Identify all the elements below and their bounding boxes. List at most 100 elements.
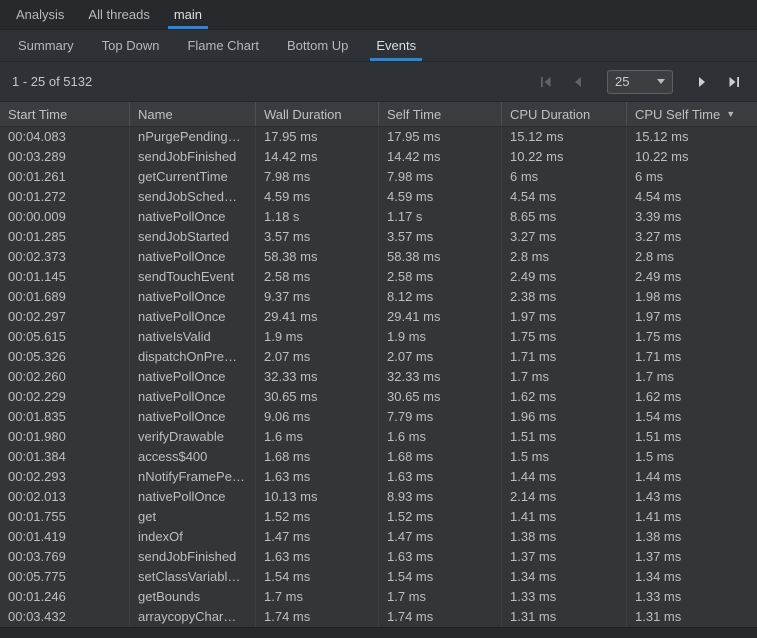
table-cell: 1.68 ms [256, 447, 379, 467]
table-cell: 1.44 ms [502, 467, 627, 487]
table-cell: 1.34 ms [627, 567, 757, 587]
table-cell: sendTouchEvent [130, 267, 256, 287]
table-cell: nativePollOnce [130, 247, 256, 267]
table-row[interactable]: 00:01.285sendJobStarted3.57 ms3.57 ms3.2… [0, 227, 757, 247]
last-page-button[interactable] [721, 70, 747, 94]
column-header-label: CPU Self Time [635, 107, 720, 122]
tab-analysis[interactable]: Analysis [4, 0, 76, 29]
table-cell: 8.12 ms [379, 287, 502, 307]
tab-top-down[interactable]: Top Down [88, 30, 174, 61]
table-cell: 2.49 ms [502, 267, 627, 287]
table-cell: 1.62 ms [627, 387, 757, 407]
table-cell: 1.97 ms [627, 307, 757, 327]
table-cell: 1.54 ms [379, 567, 502, 587]
previous-page-button[interactable] [565, 70, 591, 94]
table-cell: 1.75 ms [627, 327, 757, 347]
previous-page-icon [571, 75, 585, 89]
next-page-icon [695, 75, 709, 89]
tab-flame-chart[interactable]: Flame Chart [173, 30, 273, 61]
column-header-wall-duration[interactable]: Wall Duration [256, 102, 379, 126]
table-cell: 1.63 ms [256, 547, 379, 567]
table-row[interactable]: 00:01.384access$4001.68 ms1.68 ms1.5 ms1… [0, 447, 757, 467]
table-cell: nativeIsValid [130, 327, 256, 347]
table-cell: 1.37 ms [502, 547, 627, 567]
table-row[interactable]: 00:04.083nPurgePending…17.95 ms17.95 ms1… [0, 127, 757, 147]
table-cell: 7.98 ms [256, 167, 379, 187]
table-cell: 9.06 ms [256, 407, 379, 427]
table-row[interactable]: 00:01.261getCurrentTime7.98 ms7.98 ms6 m… [0, 167, 757, 187]
table-cell: 10.22 ms [627, 147, 757, 167]
page-size-select[interactable]: 25 [607, 70, 673, 94]
table-cell: 1.33 ms [627, 587, 757, 607]
table-cell: 1.63 ms [379, 467, 502, 487]
table-row[interactable]: 00:01.272sendJobSched…4.59 ms4.59 ms4.54… [0, 187, 757, 207]
table-row[interactable]: 00:02.293nNotifyFramePe…1.63 ms1.63 ms1.… [0, 467, 757, 487]
table-cell: 1.7 ms [502, 367, 627, 387]
column-header-cpu-duration[interactable]: CPU Duration [502, 102, 627, 126]
next-page-button[interactable] [689, 70, 715, 94]
pagination-toolbar: 1 - 25 of 5132 25 [0, 62, 757, 102]
tab-events[interactable]: Events [362, 30, 430, 61]
table-cell: dispatchOnPre… [130, 347, 256, 367]
table-row[interactable]: 00:01.689nativePollOnce9.37 ms8.12 ms2.3… [0, 287, 757, 307]
table-cell: 00:01.689 [0, 287, 130, 307]
first-page-icon [539, 75, 553, 89]
table-row[interactable]: 00:05.775setClassVariabl…1.54 ms1.54 ms1… [0, 567, 757, 587]
table-row[interactable]: 00:00.009nativePollOnce1.18 s1.17 s8.65 … [0, 207, 757, 227]
table-cell: 1.33 ms [502, 587, 627, 607]
table-cell: 1.37 ms [627, 547, 757, 567]
table-row[interactable]: 00:02.260nativePollOnce32.33 ms32.33 ms1… [0, 367, 757, 387]
table-cell: 1.47 ms [379, 527, 502, 547]
tab-main[interactable]: main [162, 0, 214, 29]
column-header-name[interactable]: Name [130, 102, 256, 126]
table-header: Start Time Name Wall Duration Self Time … [0, 102, 757, 127]
table-cell: nativePollOnce [130, 387, 256, 407]
table-cell: 1.75 ms [502, 327, 627, 347]
table-cell: 1.52 ms [256, 507, 379, 527]
table-cell: 1.63 ms [256, 467, 379, 487]
table-cell: 1.62 ms [502, 387, 627, 407]
table-cell: 15.12 ms [502, 127, 627, 147]
table-cell: 1.51 ms [627, 427, 757, 447]
table-cell: 58.38 ms [256, 247, 379, 267]
table-cell: 1.38 ms [502, 527, 627, 547]
table-cell: nativePollOnce [130, 407, 256, 427]
table-row[interactable]: 00:01.419indexOf1.47 ms1.47 ms1.38 ms1.3… [0, 527, 757, 547]
column-header-self-time[interactable]: Self Time [379, 102, 502, 126]
tab-bottom-up[interactable]: Bottom Up [273, 30, 362, 61]
table-cell: 1.63 ms [379, 547, 502, 567]
table-cell: 10.22 ms [502, 147, 627, 167]
table-row[interactable]: 00:03.432arraycopyChar…1.74 ms1.74 ms1.3… [0, 607, 757, 627]
table-row[interactable]: 00:02.013nativePollOnce10.13 ms8.93 ms2.… [0, 487, 757, 507]
table-cell: getBounds [130, 587, 256, 607]
table-row[interactable]: 00:02.373nativePollOnce58.38 ms58.38 ms2… [0, 247, 757, 267]
table-cell: 1.9 ms [256, 327, 379, 347]
row-range-label: 1 - 25 of 5132 [10, 74, 92, 89]
table-cell: 00:01.755 [0, 507, 130, 527]
table-row[interactable]: 00:01.755get1.52 ms1.52 ms1.41 ms1.41 ms [0, 507, 757, 527]
table-row[interactable]: 00:02.297nativePollOnce29.41 ms29.41 ms1… [0, 307, 757, 327]
table-cell: setClassVariabl… [130, 567, 256, 587]
table-cell: 1.98 ms [627, 287, 757, 307]
tab-summary[interactable]: Summary [4, 30, 88, 61]
table-row[interactable]: 00:01.246getBounds1.7 ms1.7 ms1.33 ms1.3… [0, 587, 757, 607]
table-cell: 32.33 ms [256, 367, 379, 387]
tab-all-threads[interactable]: All threads [76, 0, 161, 29]
table-row[interactable]: 00:02.229nativePollOnce30.65 ms30.65 ms1… [0, 387, 757, 407]
table-cell: nativePollOnce [130, 207, 256, 227]
table-row[interactable]: 00:05.615nativeIsValid1.9 ms1.9 ms1.75 m… [0, 327, 757, 347]
table-cell: 17.95 ms [256, 127, 379, 147]
table-row[interactable]: 00:01.145sendTouchEvent2.58 ms2.58 ms2.4… [0, 267, 757, 287]
table-row[interactable]: 00:03.769sendJobFinished1.63 ms1.63 ms1.… [0, 547, 757, 567]
table-row[interactable]: 00:05.326dispatchOnPre…2.07 ms2.07 ms1.7… [0, 347, 757, 367]
column-header-start-time[interactable]: Start Time [0, 102, 130, 126]
table-row[interactable]: 00:01.835nativePollOnce9.06 ms7.79 ms1.9… [0, 407, 757, 427]
table-row[interactable]: 00:01.980verifyDrawable1.6 ms1.6 ms1.51 … [0, 427, 757, 447]
column-header-cpu-self-time[interactable]: CPU Self Time ▼ [627, 102, 757, 126]
first-page-button[interactable] [533, 70, 559, 94]
table-cell: 1.44 ms [627, 467, 757, 487]
table-cell: 7.98 ms [379, 167, 502, 187]
table-cell: 00:01.272 [0, 187, 130, 207]
last-page-icon [727, 75, 741, 89]
table-row[interactable]: 00:03.289sendJobFinished14.42 ms14.42 ms… [0, 147, 757, 167]
